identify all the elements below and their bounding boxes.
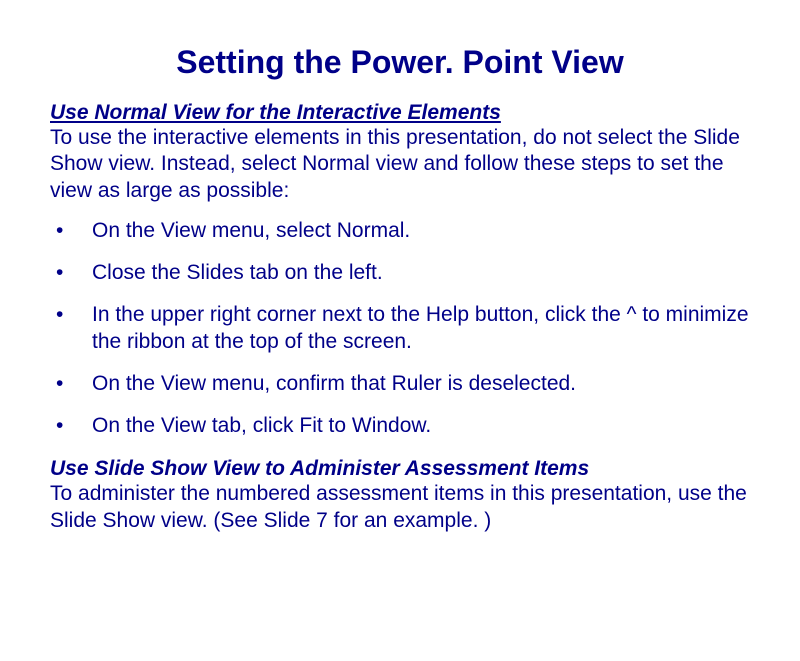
section1-heading: Use Normal View for the Interactive Elem… (50, 101, 750, 125)
list-item: In the upper right corner next to the He… (50, 302, 750, 355)
bullet-list: On the View menu, select Normal. Close t… (50, 218, 750, 440)
slide-title: Setting the Power. Point View (50, 44, 750, 81)
section2-body: To administer the numbered assessment it… (50, 481, 750, 534)
list-item: On the View menu, confirm that Ruler is … (50, 371, 750, 397)
section2-heading: Use Slide Show View to Administer Assess… (50, 457, 750, 481)
list-item: On the View tab, click Fit to Window. (50, 413, 750, 439)
list-item: On the View menu, select Normal. (50, 218, 750, 244)
slide-content: Setting the Power. Point View Use Normal… (0, 0, 800, 578)
section1-body: To use the interactive elements in this … (50, 125, 750, 204)
list-item: Close the Slides tab on the left. (50, 260, 750, 286)
